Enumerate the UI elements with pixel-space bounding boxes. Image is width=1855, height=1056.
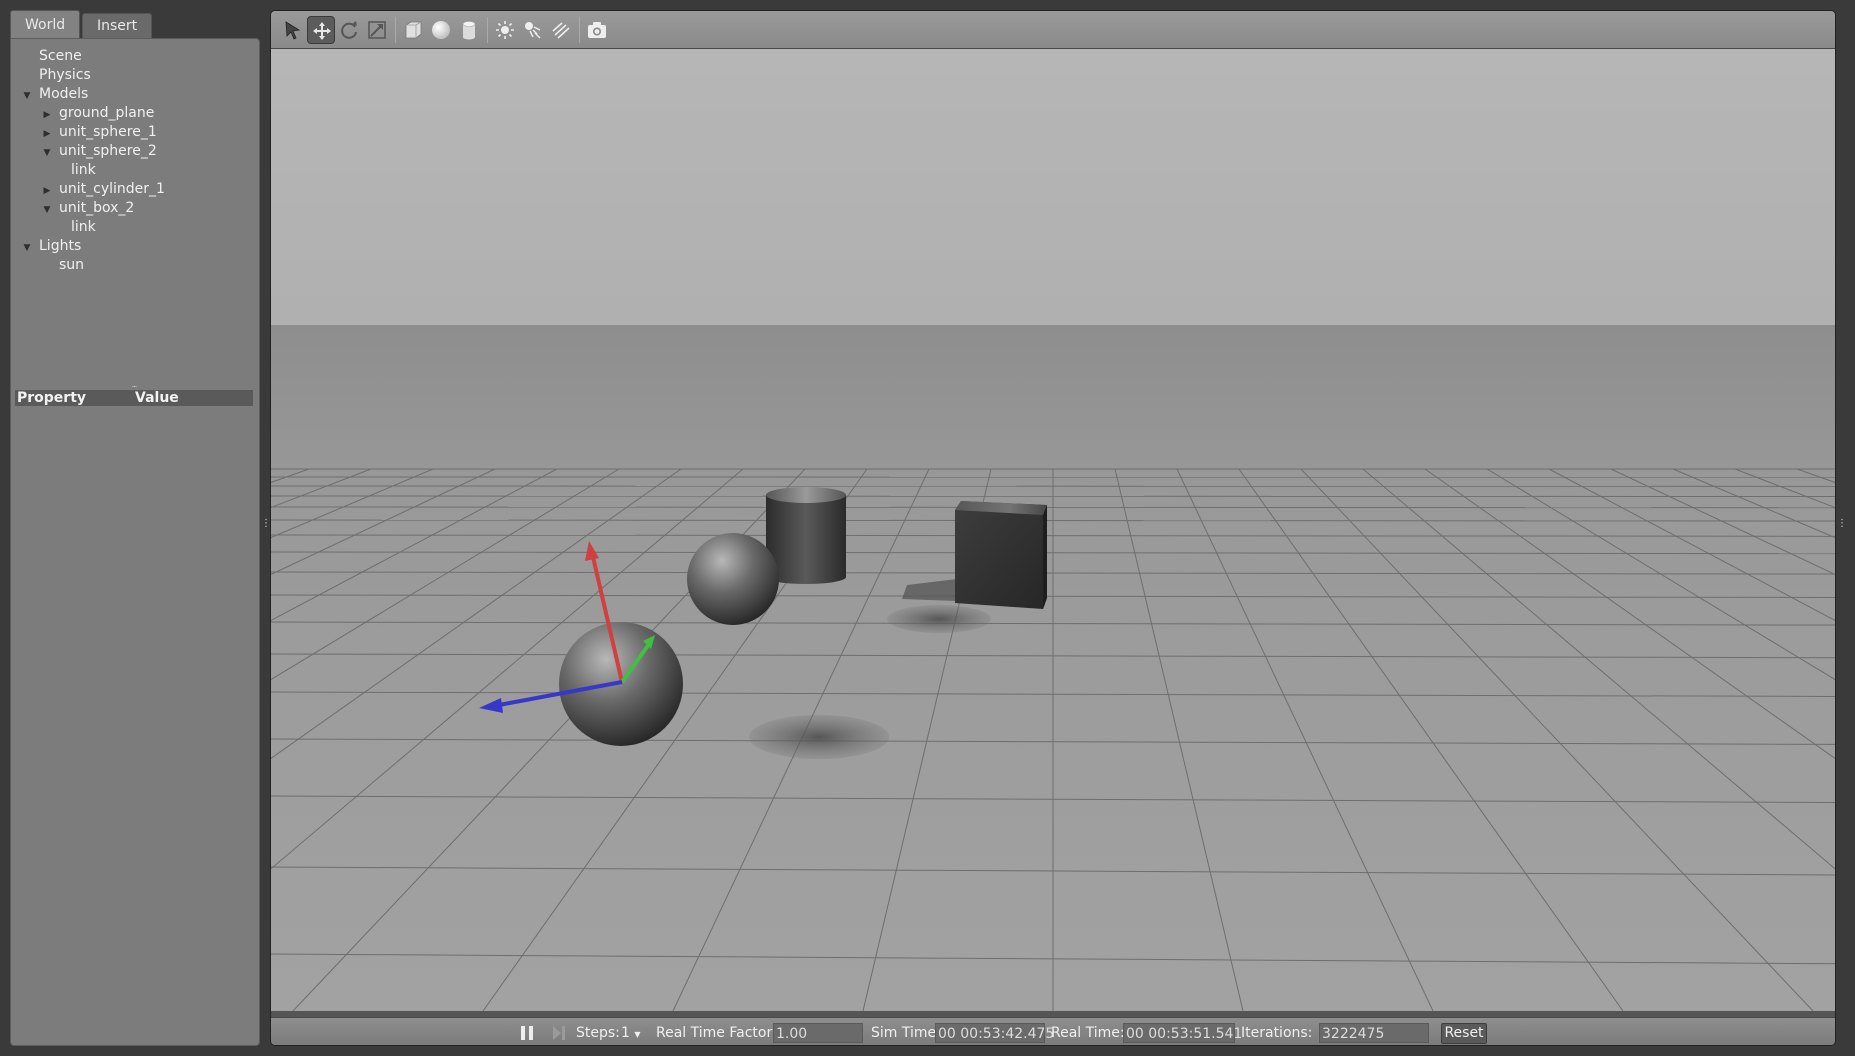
property-table-header: Property Value <box>15 390 253 406</box>
directional-light-icon <box>552 22 570 39</box>
sim-time-label: Sim Time: <box>871 1025 941 1041</box>
status-bar: Steps: 1 ▼ Real Time Factor: 1.00 Sim Ti… <box>271 1017 1835 1045</box>
sphere-icon <box>432 21 450 39</box>
right-panel-collapse-handle[interactable]: ⋮ <box>1837 519 1847 534</box>
tree-item-unit-box-2-link[interactable]: link <box>71 218 96 237</box>
value-column-header[interactable]: Value <box>135 390 179 406</box>
unit-box[interactable] <box>955 501 1047 609</box>
tree-item-unit-cylinder-1[interactable]: ▶ unit_cylinder_1 <box>41 180 165 199</box>
translate-tool-button[interactable] <box>307 16 335 44</box>
steps-value: 1 <box>621 1025 630 1041</box>
point-light-button[interactable] <box>491 16 519 44</box>
tree-item-physics[interactable]: ▸Physics <box>21 66 91 85</box>
pause-button[interactable] <box>519 1018 535 1045</box>
expanded-arrow-icon[interactable]: ▼ <box>41 201 53 220</box>
tree-item-label: Physics <box>39 67 91 83</box>
cylinder-icon <box>462 21 476 40</box>
tree-item-label: Models <box>39 86 89 102</box>
steps-spinbox[interactable]: 1 ▼ <box>621 1018 641 1045</box>
tree-item-unit-sphere-1[interactable]: ▶ unit_sphere_1 <box>41 123 157 142</box>
tab-bar: World Insert <box>10 10 260 38</box>
tree-item-label: sun <box>59 257 85 273</box>
step-forward-icon <box>553 1026 565 1040</box>
tree-item-unit-sphere-2[interactable]: ▼ unit_sphere_2 <box>41 142 157 161</box>
box-shape-button[interactable] <box>399 16 427 44</box>
rotate-tool-button[interactable] <box>335 16 363 44</box>
real-time-field: 00 00:53:51.541 <box>1123 1023 1242 1043</box>
main-area: Steps: 1 ▼ Real Time Factor: 1.00 Sim Ti… <box>270 10 1836 1046</box>
sphere-2-shadow <box>887 605 991 633</box>
toolbar <box>271 11 1835 49</box>
sphere-1-shadow <box>749 715 889 759</box>
sphere-shape-button[interactable] <box>427 16 455 44</box>
point-light-icon <box>496 21 514 39</box>
steps-label: Steps: <box>576 1025 620 1041</box>
left-panel-collapse-handle[interactable]: ⋮ <box>261 519 271 534</box>
tree-item-scene[interactable]: ▸Scene <box>21 47 82 66</box>
left-panel: World Insert ▸Scene ▸Physics ▼ Models ▶gr… <box>10 10 260 1046</box>
tab-world[interactable]: World <box>10 10 81 38</box>
panel-splitter-handle[interactable]: ... <box>129 381 139 389</box>
step-button[interactable] <box>551 1018 567 1045</box>
iterations-field: 3222475 <box>1319 1023 1429 1043</box>
rotate-icon <box>341 21 357 39</box>
tree-item-label: Scene <box>39 48 82 64</box>
cylinder-shape-button[interactable] <box>455 16 483 44</box>
sim-time-field: 00 00:53:42.475 <box>935 1023 1054 1043</box>
world-tree: ▸Scene ▸Physics ▼ Models ▶ground_plane ▶u… <box>11 47 259 387</box>
pause-icon <box>521 1026 533 1040</box>
3d-viewport[interactable] <box>271 49 1835 1011</box>
property-column-header[interactable]: Property <box>17 390 86 406</box>
steps-dropdown-arrow-icon[interactable]: ▼ <box>634 1030 640 1039</box>
box-icon <box>405 21 422 39</box>
screenshot-icon <box>588 22 606 38</box>
tree-item-unit-sphere-2-link[interactable]: link <box>71 161 96 180</box>
tree-item-label: Lights <box>39 238 82 254</box>
reset-button[interactable]: Reset <box>1441 1023 1487 1044</box>
real-time-factor-field: 1.00 <box>773 1023 863 1043</box>
directional-light-button[interactable] <box>547 16 575 44</box>
spot-light-icon <box>525 22 541 39</box>
tree-item-label: unit_box_2 <box>59 200 135 216</box>
toolbar-separator <box>395 17 396 43</box>
select-icon <box>285 21 301 40</box>
toolbar-separator <box>579 17 580 43</box>
toolbar-separator <box>487 17 488 43</box>
expanded-arrow-icon[interactable]: ▼ <box>41 144 53 163</box>
tree-item-ground-plane[interactable]: ▶ ground_plane <box>41 104 155 123</box>
scene-render[interactable] <box>271 49 1835 1011</box>
tree-item-lights[interactable]: ▼ Lights <box>21 237 82 258</box>
real-time-label: Real Time: <box>1051 1025 1125 1041</box>
tree-item-label: unit_sphere_2 <box>59 143 157 159</box>
world-panel: ▸Scene ▸Physics ▼ Models ▶ground_plane ▶u… <box>10 38 260 1046</box>
tree-item-label: ground_plane <box>59 105 155 121</box>
spot-light-button[interactable] <box>519 16 547 44</box>
expanded-arrow-icon[interactable]: ▼ <box>21 239 33 258</box>
grid-line <box>271 495 1835 498</box>
sky <box>271 49 1835 325</box>
tree-item-unit-box-2[interactable]: ▼ unit_box_2 <box>41 199 135 220</box>
unit-cylinder[interactable] <box>766 487 846 584</box>
tree-item-label: unit_cylinder_1 <box>59 181 165 197</box>
real-time-factor-label: Real Time Factor: <box>656 1025 777 1041</box>
scale-tool-button[interactable] <box>363 16 391 44</box>
tree-item-models[interactable]: ▼ Models <box>21 85 89 106</box>
expanded-arrow-icon[interactable]: ▼ <box>21 87 33 106</box>
tree-item-label: link <box>71 219 96 235</box>
tree-item-sun[interactable]: sun <box>59 256 84 275</box>
screenshot-button[interactable] <box>583 16 611 44</box>
tab-insert[interactable]: Insert <box>82 13 153 38</box>
tree-item-label: link <box>71 162 96 178</box>
translate-icon <box>313 22 331 40</box>
tree-item-label: unit_sphere_1 <box>59 124 157 140</box>
scale-icon <box>368 21 386 39</box>
iterations-label: Iterations: <box>1241 1025 1313 1041</box>
unit-sphere-1[interactable] <box>687 533 779 625</box>
select-tool-button[interactable] <box>279 16 307 44</box>
